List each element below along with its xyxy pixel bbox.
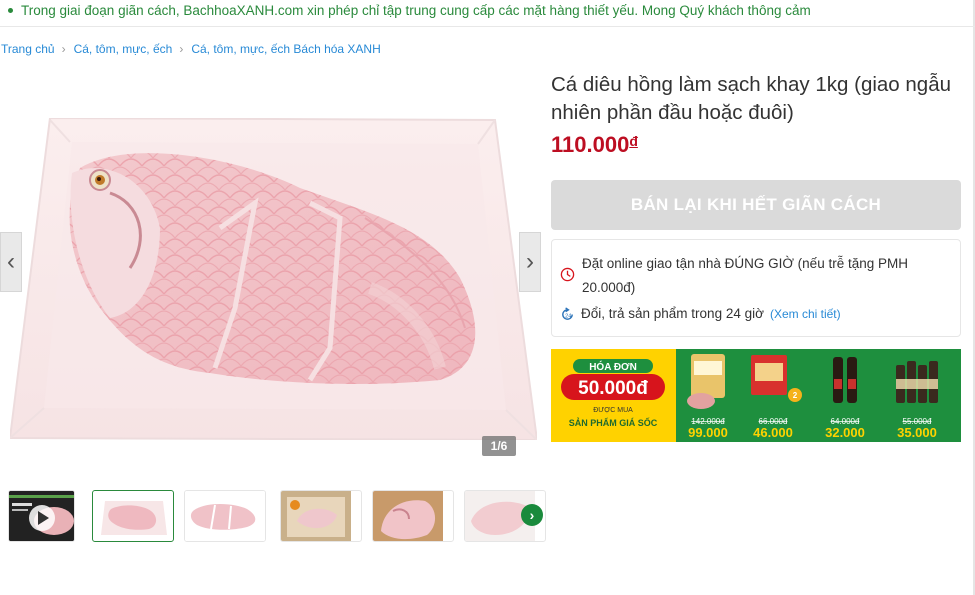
chevron-right-icon: › xyxy=(529,507,535,523)
return-policy-text: Đổi, trả sản phẩm trong 24 giờ xyxy=(581,306,764,321)
covid-notice: Trong giai đoạn giãn cách, BachhoaXANH.c… xyxy=(0,0,975,24)
product-page: Trong giai đoạn giãn cách, BachhoaXANH.c… xyxy=(0,0,975,595)
deal-2-new-price: 46.000 xyxy=(753,425,793,440)
thumbnails-next-button[interactable]: › xyxy=(521,504,543,526)
breadcrumb-subcategory-link[interactable]: Cá, tôm, mực, ếch Bách hóa XANH xyxy=(191,42,380,56)
thumbnail-3[interactable] xyxy=(280,490,362,542)
promo-caption: SẢN PHẨM GIÁ SỐC xyxy=(569,417,658,428)
thumbnail-image xyxy=(101,501,167,535)
promo-subtitle: ĐƯỢC MUA xyxy=(593,407,633,414)
policy-box: Đặt online giao tận nhà ĐÚNG GIỜ (nếu tr… xyxy=(551,239,961,337)
gallery-next-button[interactable]: › xyxy=(519,232,541,292)
promo-amount: 50.000đ xyxy=(578,378,648,399)
clock-icon xyxy=(560,267,575,282)
deal-1-new-price: 99.000 xyxy=(688,425,728,440)
notice-text: Trong giai đoạn giãn cách, BachhoaXANH.c… xyxy=(21,3,811,18)
breadcrumb-category-link[interactable]: Cá, tôm, mực, ếch xyxy=(74,42,173,56)
thumbnail-image xyxy=(281,491,351,541)
product-price: 110.000đ xyxy=(551,132,638,158)
thumbnail-strip: › xyxy=(8,490,546,542)
thumbnail-video[interactable] xyxy=(8,490,75,542)
divider xyxy=(0,26,975,27)
fish-tray-image xyxy=(10,118,537,440)
price-currency: đ xyxy=(629,133,638,149)
see-details-link[interactable]: (Xem chi tiết) xyxy=(770,307,841,321)
return-policy: 24 Đổi, trả sản phẩm trong 24 giờ (Xem ch… xyxy=(560,302,841,326)
delivery-policy: Đặt online giao tận nhà ĐÚNG GIỜ (nếu tr… xyxy=(560,252,955,300)
delivery-policy-text: Đặt online giao tận nhà ĐÚNG GIỜ (nếu tr… xyxy=(582,256,908,295)
deal-4-new-price: 35.000 xyxy=(897,425,937,440)
bullet-icon xyxy=(8,7,13,13)
thumbnail-1[interactable] xyxy=(92,490,174,542)
svg-text:2: 2 xyxy=(793,391,798,400)
thumbnail-4[interactable] xyxy=(372,490,454,542)
chevron-right-icon: › xyxy=(526,248,534,275)
resell-after-lockdown-button[interactable]: BÁN LẠI KHI HẾT GIÃN CÁCH xyxy=(551,180,961,230)
main-product-image[interactable] xyxy=(0,74,545,462)
thumbnail-2[interactable] xyxy=(184,490,266,542)
price-value: 110.000 xyxy=(551,132,630,157)
chevron-left-icon: ‹ xyxy=(7,248,15,275)
breadcrumb-separator: › xyxy=(61,42,66,56)
product-title: Cá diêu hồng làm sạch khay 1kg (giao ngẫ… xyxy=(551,73,952,124)
svg-text:24: 24 xyxy=(565,313,571,319)
gallery-prev-button[interactable]: ‹ xyxy=(0,232,22,292)
promo-headline: HÓA ĐƠN xyxy=(589,360,637,373)
breadcrumb: Trang chủ › Cá, tôm, mực, ếch › Cá, tôm, mực… xyxy=(1,42,381,56)
deal-3-new-price: 32.000 xyxy=(825,425,865,440)
image-counter: 1/6 xyxy=(482,436,516,456)
video-thumbnail-image xyxy=(9,491,74,541)
promo-banner-graphic: HÓA ĐƠN 50.000đ ĐƯỢC MUA SẢN PHẨM GIÁ SỐ… xyxy=(551,349,961,442)
thumbnail-image xyxy=(185,491,265,541)
thumbnail-image xyxy=(373,491,443,541)
breadcrumb-home-link[interactable]: Trang chủ xyxy=(1,42,55,56)
breadcrumb-separator: › xyxy=(179,42,184,56)
return-icon: 24 xyxy=(562,307,573,320)
promo-banner[interactable]: HÓA ĐƠN 50.000đ ĐƯỢC MUA SẢN PHẨM GIÁ SỐ… xyxy=(551,349,961,442)
